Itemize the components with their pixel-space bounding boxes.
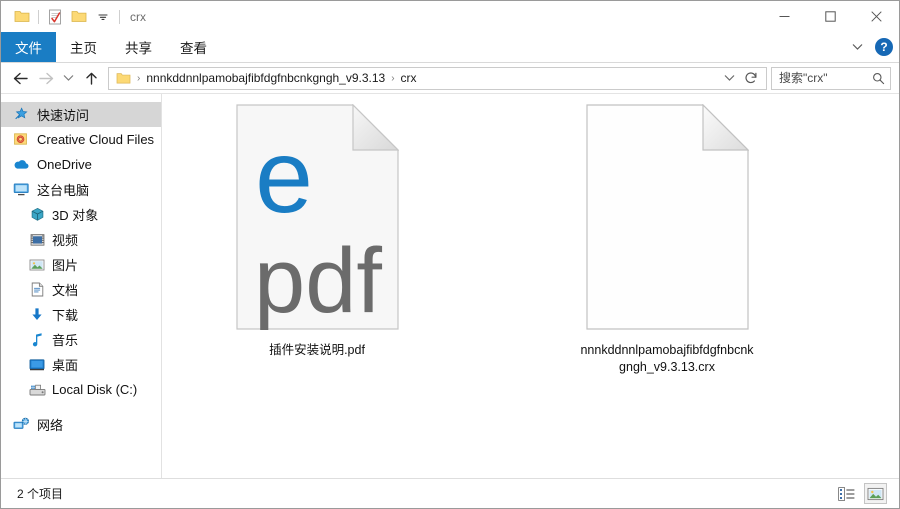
sidebar-item-desktop[interactable]: 桌面	[1, 352, 161, 377]
sidebar-item-videos[interactable]: 视频	[1, 227, 161, 252]
file-list-pane[interactable]: e pdf 插件安装说明.pdf nnnkddnnlpamobajfibfdgf…	[162, 94, 899, 507]
breadcrumb-item-current[interactable]: crx	[398, 71, 420, 85]
sidebar-item-network[interactable]: 网络	[1, 412, 161, 437]
file-item-crx[interactable]: nnnkddnnlpamobajfibfdgfnbcnkgngh_v9.3.13…	[572, 103, 762, 376]
close-button[interactable]	[853, 1, 899, 32]
address-bar[interactable]: › nnnkddnnlpamobajfibfdgfnbcnkgngh_v9.3.…	[108, 66, 767, 90]
breadcrumb-item-parent[interactable]: nnnkddnnlpamobajfibfdgfnbcnkgngh_v9.3.13	[143, 71, 388, 85]
sidebar-item-label: 视频	[52, 233, 79, 248]
breadcrumb-separator-2[interactable]: ›	[388, 73, 397, 84]
sidebar-item-pictures[interactable]: 图片	[1, 252, 161, 277]
back-button[interactable]	[7, 66, 33, 90]
item-count-text: 2 个项目	[17, 487, 64, 501]
file-item-label: nnnkddnnlpamobajfibfdgfnbcnkgngh_v9.3.13…	[580, 343, 754, 374]
large-icons-view-button[interactable]	[864, 483, 887, 504]
tab-view[interactable]: 查看	[166, 32, 221, 62]
sidebar-item-onedrive[interactable]: OneDrive	[1, 152, 161, 177]
sidebar-item-label: OneDrive	[37, 157, 92, 172]
navigation-pane: 快速访问 Creative Cloud Files OneDrive 这台电脑 …	[1, 94, 162, 507]
pdf-edge-file-icon: e pdf	[235, 103, 399, 332]
hard-disk-icon	[27, 381, 47, 399]
ribbon-tab-bar: 文件 主页 共享 查看 ?	[1, 32, 899, 63]
sidebar-item-music[interactable]: 音乐	[1, 327, 161, 352]
up-button[interactable]	[78, 66, 104, 90]
sidebar-item-label: 快速访问	[37, 108, 90, 123]
svg-text:pdf: pdf	[254, 230, 382, 330]
folder-icon[interactable]	[10, 6, 34, 28]
cube-icon	[27, 206, 47, 224]
tab-home[interactable]: 主页	[56, 32, 111, 62]
sidebar-item-creative-cloud-files[interactable]: Creative Cloud Files	[1, 127, 161, 152]
sidebar-item-label: 图片	[52, 258, 79, 273]
details-view-button[interactable]	[835, 483, 858, 504]
svg-text:e: e	[255, 119, 313, 235]
breadcrumb-folder-icon[interactable]	[113, 72, 134, 85]
search-box[interactable]	[771, 66, 891, 90]
tab-file[interactable]: 文件	[1, 32, 56, 62]
sidebar-item-label: Creative Cloud Files	[37, 132, 155, 147]
sidebar-item-label: 这台电脑	[37, 183, 90, 198]
sidebar-item-local-disk-c[interactable]: Local Disk (C:)	[1, 377, 161, 402]
sidebar-item-label: 文档	[52, 283, 79, 298]
file-item-label: 插件安装说明.pdf	[269, 343, 365, 357]
tab-share[interactable]: 共享	[111, 32, 166, 62]
music-note-icon	[27, 331, 47, 349]
file-explorer-window: crx 文件 主页 共享 查看 ? › nnnkddnnlpamobajfibf…	[0, 0, 900, 509]
toolbar-separator-2	[119, 9, 120, 24]
forward-button[interactable]	[33, 66, 59, 90]
address-dropdown-chevron-down-icon[interactable]	[720, 68, 739, 89]
refresh-icon[interactable]	[741, 68, 760, 89]
file-item-pdf[interactable]: e pdf 插件安装说明.pdf	[222, 103, 412, 376]
properties-icon[interactable]	[43, 6, 67, 28]
creative-cloud-folder-icon	[11, 131, 31, 149]
explorer-body: 快速访问 Creative Cloud Files OneDrive 这台电脑 …	[1, 94, 899, 507]
new-folder-icon[interactable]	[67, 6, 91, 28]
sidebar-item-3d-objects[interactable]: 3D 对象	[1, 202, 161, 227]
sidebar-item-documents[interactable]: 文档	[1, 277, 161, 302]
picture-icon	[27, 256, 47, 274]
sidebar-item-this-pc[interactable]: 这台电脑	[1, 177, 161, 202]
window-controls	[761, 1, 899, 32]
pin-star-icon	[11, 106, 31, 124]
monitor-icon	[11, 181, 31, 199]
maximize-button[interactable]	[807, 1, 853, 32]
sidebar-item-label: 音乐	[52, 333, 79, 348]
sidebar-item-downloads[interactable]: 下载	[1, 302, 161, 327]
cloud-icon	[11, 156, 31, 174]
minimize-button[interactable]	[761, 1, 807, 32]
expand-ribbon-chevron-down-icon[interactable]	[847, 37, 867, 57]
sidebar-item-label: 3D 对象	[52, 208, 99, 223]
search-icon[interactable]	[872, 72, 885, 85]
desktop-icon	[27, 356, 47, 374]
film-icon	[27, 231, 47, 249]
search-input[interactable]	[777, 70, 872, 86]
quick-access-toolbar: crx	[1, 6, 146, 28]
status-bar: 2 个项目	[1, 478, 899, 508]
sidebar-item-label: 桌面	[52, 358, 79, 373]
sidebar-item-quick-access[interactable]: 快速访问	[1, 102, 161, 127]
view-switch-buttons	[835, 483, 899, 504]
file-grid: e pdf 插件安装说明.pdf nnnkddnnlpamobajfibfdgf…	[162, 103, 899, 376]
sidebar-item-label: 下载	[52, 308, 79, 323]
window-title: crx	[130, 9, 146, 24]
address-bar-right-controls	[720, 68, 762, 89]
toolbar-separator-1	[38, 9, 39, 24]
ribbon-right-controls: ?	[847, 32, 893, 62]
sidebar-item-label: 网络	[37, 418, 64, 433]
breadcrumb-separator-1[interactable]: ›	[134, 73, 143, 84]
recent-locations-chevron-down-icon[interactable]	[59, 66, 78, 90]
network-icon	[11, 416, 31, 434]
help-icon[interactable]: ?	[875, 38, 893, 56]
title-bar: crx	[1, 1, 899, 32]
navigation-bar: › nnnkddnnlpamobajfibfdgfnbcnkgngh_v9.3.…	[1, 63, 899, 94]
sidebar-item-label: Local Disk (C:)	[52, 382, 138, 397]
document-icon	[27, 281, 47, 299]
download-arrow-icon	[27, 306, 47, 324]
blank-file-icon	[585, 103, 749, 330]
customize-qat-chevron-icon[interactable]	[91, 6, 115, 28]
